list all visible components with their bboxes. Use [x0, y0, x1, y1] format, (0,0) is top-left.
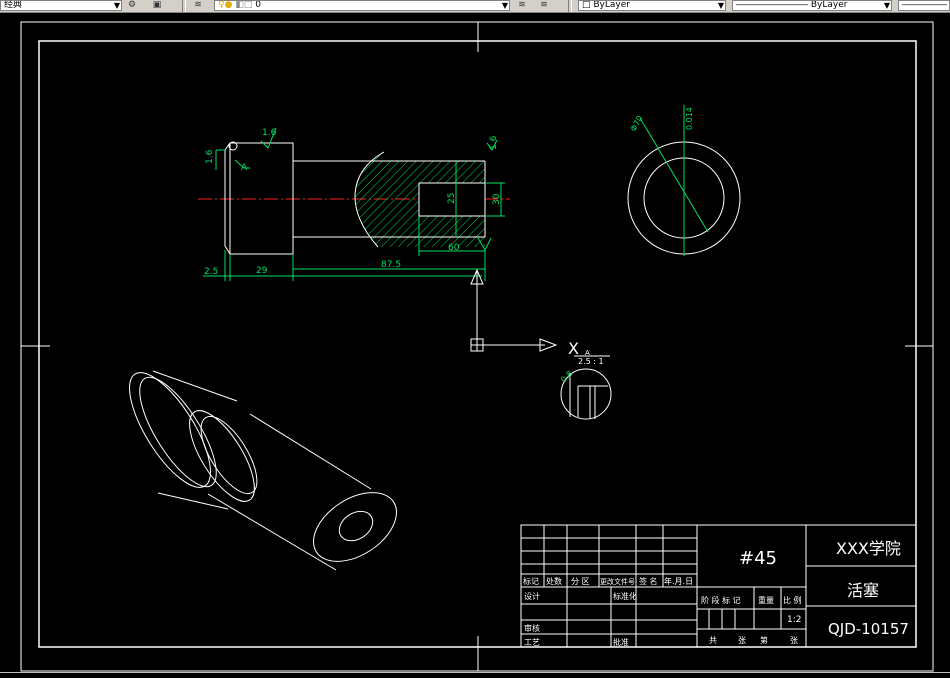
layer-value: 0: [255, 0, 261, 10]
roughness-left-label: 1.6: [205, 149, 215, 164]
dim-60-label: 60: [448, 243, 460, 253]
label-no: 第: [760, 635, 768, 645]
header-zone: 分 区: [571, 577, 590, 586]
label-stage-mark: 阶 段 标 记: [701, 595, 741, 605]
label-approve: 批准: [613, 637, 629, 647]
chevron-down-icon: ▼: [501, 1, 508, 10]
color-value: ByLayer: [593, 0, 630, 10]
drawing-canvas[interactable]: 1.6 1.6 1.6 A 25 30 60 2.5 29 87.5 X A 2…: [0, 13, 950, 677]
roughness-top-label: 1.6: [262, 128, 277, 138]
dashboard-icon[interactable]: ▣: [151, 0, 163, 10]
ucs-icon: [470, 268, 558, 352]
workspace-settings-icon[interactable]: ⚙: [126, 0, 138, 10]
workspace-value: 经典: [4, 0, 23, 10]
label-sheet-2: 张: [790, 636, 798, 645]
material-value: #45: [739, 548, 777, 569]
status-line: [0, 672, 950, 678]
layer-manager-icon[interactable]: ≋: [192, 0, 204, 10]
detail-dim-label: 0.8: [559, 369, 574, 384]
scale-value: 1:2: [787, 615, 801, 625]
header-change-doc: 更改文件号: [600, 577, 635, 586]
label-total: 共: [709, 636, 717, 645]
color-dropdown[interactable]: □ ByLayer ▼: [578, 0, 726, 11]
make-current-layer-icon[interactable]: ≋: [516, 0, 528, 10]
dim-87-5-label: 87.5: [381, 260, 401, 270]
detail-scale-label: 2.5 : 1: [578, 357, 604, 366]
label-standardize: 标准化: [613, 591, 637, 601]
workspace-dropdown[interactable]: 经典 ▼: [0, 0, 122, 11]
datum-label: A: [241, 163, 248, 173]
chevron-down-icon: ▼: [113, 1, 120, 10]
lineweight-dropdown[interactable]: ―――――: [898, 0, 950, 11]
diameter-label: Φ70: [629, 114, 645, 133]
linetype-dropdown[interactable]: ―――――――― ByLayer ▼: [732, 0, 892, 11]
label-review: 审核: [524, 623, 540, 633]
drawing-number: QJD-10157: [828, 620, 909, 638]
piston-head: [229, 142, 294, 255]
label-design: 设计: [524, 591, 540, 601]
label-process: 工艺: [524, 638, 540, 647]
header-mark: 标记: [523, 576, 539, 586]
header-date: 年.月.日: [664, 576, 693, 586]
tolerance-label: 0.014: [685, 107, 694, 130]
label-weight: 重量: [758, 595, 774, 605]
label-sheet: 张: [738, 636, 746, 645]
layer-lock-icon: ◧□: [235, 0, 253, 10]
dim-2-5-label: 2.5: [204, 267, 218, 277]
header-count: 处数: [546, 576, 562, 586]
toolbar-separator: [182, 0, 186, 12]
main-section-view: [198, 142, 510, 255]
side-view-circle: [627, 105, 741, 256]
isometric-view: [129, 370, 397, 571]
toolbar: 经典 ▼ ⚙ ▣ ≋ ♀● ◧□ 0 ▼ ≋ ≋ □ ByLayer ▼ ――――――…: [0, 0, 950, 13]
layer-dropdown[interactable]: ♀● ◧□ 0 ▼: [214, 0, 510, 11]
dim-30-label: 30: [492, 193, 502, 205]
toolbar-separator: [568, 0, 572, 12]
chevron-down-icon: ▼: [717, 1, 724, 10]
chevron-down-icon: ▼: [883, 1, 890, 10]
layer-previous-icon[interactable]: ≋: [538, 0, 550, 10]
school-name: XXX学院: [836, 539, 901, 558]
layer-on-icon: ♀●: [218, 0, 233, 10]
label-ratio: 比 例: [783, 595, 802, 605]
header-sign: 签 名: [639, 576, 658, 586]
x-axis-label: X: [568, 339, 579, 358]
dim-29-label: 29: [256, 266, 268, 276]
dim-25-label: 25: [447, 193, 457, 204]
part-name: 活塞: [847, 581, 879, 600]
linetype-value: ByLayer: [810, 0, 848, 10]
roughness-right-label: 1.6: [489, 135, 499, 150]
cad-drawing: 1.6 1.6 1.6 A 25 30 60 2.5 29 87.5 X A 2…: [20, 21, 934, 672]
